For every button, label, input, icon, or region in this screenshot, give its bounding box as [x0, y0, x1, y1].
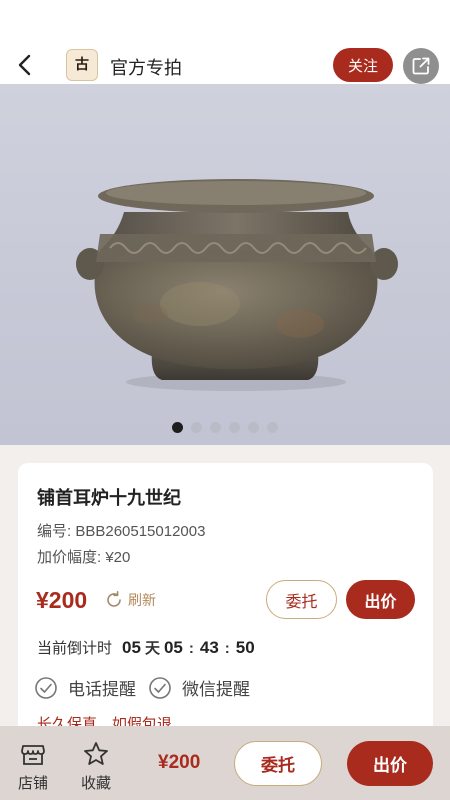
top-bar: 古 官方专拍 关注: [0, 0, 450, 84]
countdown-days: 05: [122, 638, 141, 657]
bottom-bid-button[interactable]: 出价: [347, 741, 433, 786]
bid-increment: 加价幅度: ¥20: [37, 549, 131, 566]
item-title: 铺首耳炉十九世纪: [37, 488, 181, 508]
wechat-reminder-toggle[interactable]: 微信提醒: [148, 675, 250, 700]
carousel-dot[interactable]: [248, 422, 259, 433]
check-circle-icon: [35, 676, 57, 699]
follow-button[interactable]: 关注: [333, 48, 393, 82]
bronze-censer-image: [76, 179, 398, 391]
shop-logo[interactable]: 古: [66, 49, 98, 81]
shop-tab-label: 店铺: [18, 775, 49, 792]
star-icon: [84, 742, 108, 765]
refresh-label: 刷新: [128, 592, 156, 608]
store-icon: [21, 745, 45, 765]
bottom-price: ¥200: [158, 752, 201, 773]
shop-tab[interactable]: 店铺: [18, 740, 48, 793]
countdown-timer: 当前倒计时 05 天 05 : 43 : 50: [37, 637, 255, 658]
carousel-dot[interactable]: [210, 422, 221, 433]
current-price: ¥200: [36, 587, 88, 613]
phone-reminder-label: 电话提醒: [68, 680, 136, 699]
carousel-dot[interactable]: [191, 422, 202, 433]
favorite-tab[interactable]: 收藏: [81, 740, 111, 793]
countdown-separator: :: [188, 640, 194, 657]
wechat-reminder-label: 微信提醒: [182, 680, 250, 699]
carousel-indicator: [0, 421, 450, 433]
bid-button[interactable]: 出价: [346, 580, 415, 619]
back-arrow-icon[interactable]: [12, 52, 38, 78]
share-icon: [412, 57, 430, 75]
bottom-entrust-button[interactable]: 委托: [234, 741, 322, 786]
carousel-dot[interactable]: [267, 422, 278, 433]
entrust-button[interactable]: 委托: [266, 580, 337, 619]
shop-logo-text: 古: [75, 57, 89, 73]
share-button[interactable]: [403, 48, 439, 84]
item-info-card: 铺首耳炉十九世纪 编号: BBB260515012003 加价幅度: ¥20 ¥…: [18, 463, 433, 753]
countdown-hours: 05: [163, 638, 183, 657]
countdown-minutes: 43: [199, 638, 219, 657]
shop-name[interactable]: 官方专拍: [110, 54, 182, 80]
phone-reminder-toggle[interactable]: 电话提醒: [34, 675, 136, 700]
countdown-day-unit: 天: [144, 640, 160, 657]
check-circle-icon: [149, 676, 171, 699]
carousel-dot[interactable]: [172, 422, 183, 433]
carousel-dot[interactable]: [229, 422, 240, 433]
bottom-action-bar: 店铺 收藏 ¥200 委托 出价: [0, 726, 450, 800]
item-code: 编号: BBB260515012003: [37, 523, 206, 540]
product-image-gallery[interactable]: [0, 84, 450, 445]
refresh-button[interactable]: 刷新: [104, 590, 156, 610]
refresh-icon: [107, 590, 121, 607]
countdown-label: 当前倒计时: [37, 640, 113, 657]
countdown-seconds: 50: [235, 638, 255, 657]
favorite-tab-label: 收藏: [81, 775, 112, 792]
countdown-separator: :: [224, 640, 230, 657]
reminder-options: 电话提醒 微信提醒: [34, 675, 262, 700]
